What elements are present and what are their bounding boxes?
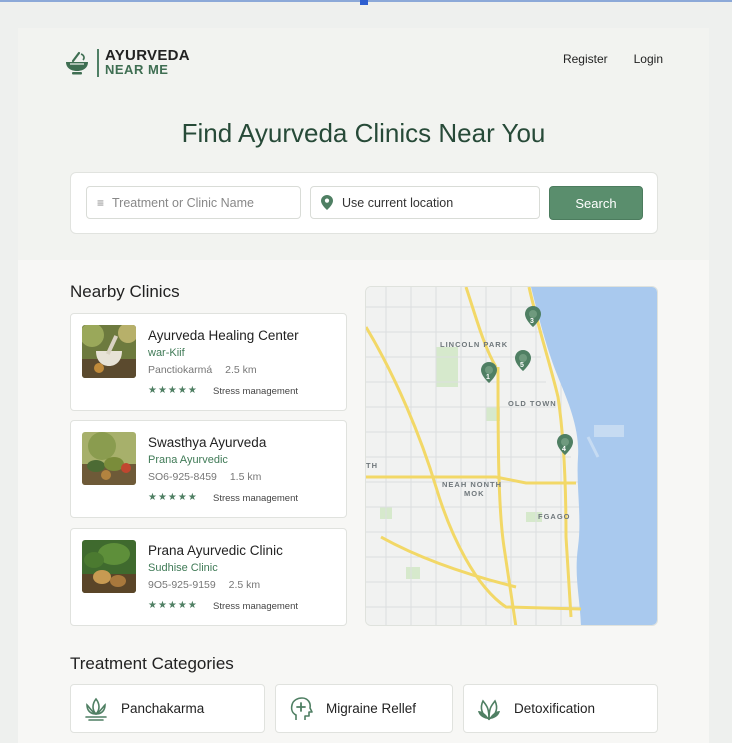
clinic-tag: Stress management xyxy=(213,493,299,504)
clinic-name[interactable]: Prana Ayurvedic Clinic xyxy=(148,543,283,558)
category-label: Panchakarma xyxy=(121,701,205,716)
treatment-categories-heading: Treatment Categories xyxy=(70,654,234,673)
clinic-subtitle: Sudhise Clinic xyxy=(148,562,218,574)
register-link[interactable]: Register xyxy=(563,52,608,66)
category-label: Detoxification xyxy=(514,701,596,716)
category-detoxification[interactable]: Detoxification xyxy=(463,684,658,733)
clinic-card[interactable]: Swasthya Ayurveda Prana Ayurvedic SO6-92… xyxy=(70,420,347,518)
clinic-subtitle: Prana Ayurvedic xyxy=(148,454,228,466)
map-label: NEAH NONTH xyxy=(442,480,502,489)
clinic-search-input[interactable]: ≡ Treatment or Clinic Name xyxy=(86,186,301,219)
clinic-search-placeholder: Treatment or Clinic Name xyxy=(112,195,254,210)
clinic-card[interactable]: Prana Ayurvedic Clinic Sudhise Clinic 9O… xyxy=(70,528,347,626)
clinic-meta: Panctiokarmá 2.5 km xyxy=(148,364,257,376)
location-value: Use current location xyxy=(342,195,454,210)
rating-stars: ★★★★★ xyxy=(148,492,198,503)
nearby-clinics-heading: Nearby Clinics xyxy=(70,282,180,301)
category-panchakarma[interactable]: Panchakarma xyxy=(70,684,265,733)
top-nav: Register Login xyxy=(563,52,663,66)
page: AYURVEDA NEAR ME Register Login Find Ayu… xyxy=(18,28,709,743)
clinic-photo xyxy=(82,432,136,485)
list-icon: ≡ xyxy=(97,195,105,210)
mortar-bowl-icon xyxy=(66,51,88,74)
map-marker-label[interactable]: 3 xyxy=(530,318,534,325)
logo-divider xyxy=(97,48,99,77)
map-marker-label[interactable]: 4 xyxy=(562,446,566,453)
map-label: LINCOLN PARK xyxy=(440,340,509,349)
lotus-icon xyxy=(85,697,107,721)
leaf-icon xyxy=(478,698,500,720)
rating-stars: ★★★★★ xyxy=(148,385,198,396)
clinic-photo xyxy=(82,540,136,593)
map-canvas[interactable] xyxy=(366,287,658,626)
clinic-name[interactable]: Swasthya Ayurveda xyxy=(148,435,266,450)
resize-handle[interactable] xyxy=(360,0,368,5)
brand-line1: AYURVEDA xyxy=(105,47,190,64)
clinic-meta: SO6-925-8459 1.5 km xyxy=(148,471,261,483)
map-label: FGAGO xyxy=(538,512,571,521)
category-migraine-relief[interactable]: Migraine Rellef xyxy=(275,684,453,733)
clinic-photo xyxy=(82,325,136,378)
location-input[interactable]: Use current location xyxy=(310,186,540,219)
brand-name: AYURVEDA NEAR ME xyxy=(105,48,190,77)
clinic-tag: Stress management xyxy=(213,386,299,397)
clinic-detail: SO6-925-8459 xyxy=(148,471,217,483)
clinic-detail: Panctiokarmá xyxy=(148,364,213,376)
login-link[interactable]: Login xyxy=(634,52,663,66)
page-title: Find Ayurveda Clinics Near You xyxy=(181,118,546,148)
map-marker-label[interactable]: 1 xyxy=(486,374,490,381)
clinic-card[interactable]: Ayurveda Healing Center war-Kiif Panctio… xyxy=(70,313,347,411)
clinic-meta: 9O5-925-9159 2.5 km xyxy=(148,579,260,591)
search-button[interactable]: Search xyxy=(549,186,643,220)
brand-line2: NEAR ME xyxy=(105,62,169,77)
location-pin-icon xyxy=(321,195,333,210)
clinic-detail: 9O5-925-9159 xyxy=(148,579,216,591)
clinic-subtitle: war-Kiif xyxy=(148,347,185,359)
search-bar: ≡ Treatment or Clinic Name Use current l… xyxy=(70,172,658,234)
category-label: Migraine Rellef xyxy=(326,701,417,716)
clinic-tag: Stress management xyxy=(213,601,299,612)
map-label: TH xyxy=(366,461,378,470)
map-label: MOK xyxy=(464,489,485,498)
clinic-map[interactable]: LINCOLN PARK OLD TOWN NEAH NONTH MOK FGA… xyxy=(365,286,658,626)
clinic-distance: 2.5 km xyxy=(228,579,261,591)
map-label: OLD TOWN xyxy=(508,399,557,408)
head-plus-icon xyxy=(290,696,313,720)
rating-stars: ★★★★★ xyxy=(148,600,198,611)
brand-logo[interactable]: AYURVEDA NEAR ME xyxy=(64,48,190,77)
clinic-name[interactable]: Ayurveda Healing Center xyxy=(148,328,299,343)
map-marker-label[interactable]: 5 xyxy=(520,362,524,369)
clinic-distance: 1.5 km xyxy=(229,471,262,483)
clinic-distance: 2.5 km xyxy=(225,364,257,376)
